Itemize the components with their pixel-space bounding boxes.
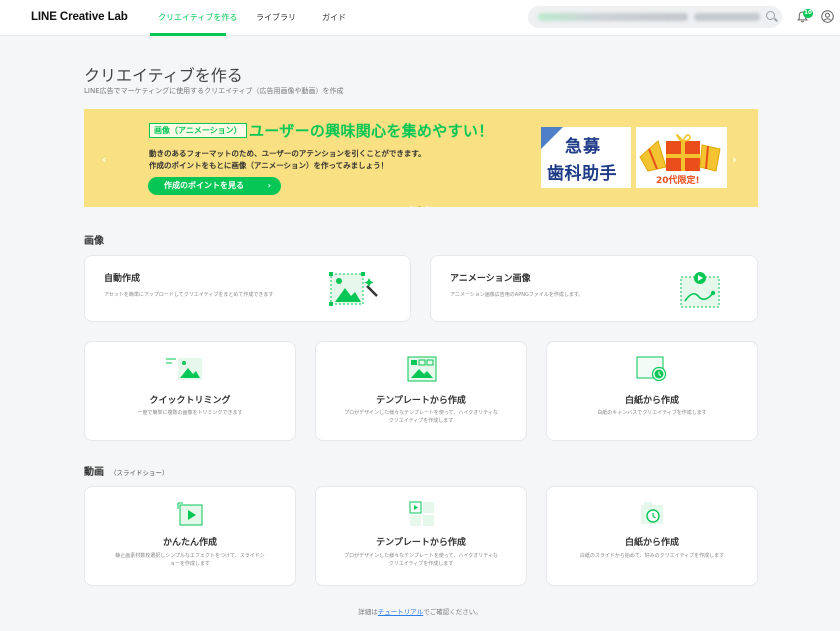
card-title: アニメーション画像 — [450, 274, 531, 284]
card-video-template[interactable]: テンプレートから作成 プロがデザインした様々なテンプレートを使って、ハイクオリテ… — [315, 486, 527, 586]
page-subtitle: LINE広告でマーケティングに使用するクリエイティブ（広告用画像や動画）を作成 — [84, 87, 344, 95]
banner-text-line1: 動きのあるフォーマットのため、ユーザーのアテンションを引くことができます。 — [149, 149, 426, 158]
banner-prev-arrow[interactable]: ‹ — [102, 153, 107, 166]
section-subtitle-video: （スライドショー） — [110, 469, 169, 477]
banner-cta-label: 作成のポイントを見る — [164, 181, 244, 190]
banner-dot[interactable] — [426, 206, 429, 207]
footer-note: 詳細はチュートリアルでご確認ください。 — [0, 606, 840, 616]
banner-tag: 画像（アニメーション） — [149, 123, 247, 138]
card-description: プロがデザインした様々なテンプレートを使って、ハイクオリティなクリエイティブを作… — [344, 410, 498, 424]
footer-suffix: でご確認ください。 — [423, 608, 482, 616]
card-title: クイックトリミング — [149, 396, 231, 406]
auto-create-icon — [329, 272, 378, 306]
account-search-box[interactable] — [528, 6, 782, 28]
card-title: かんたん作成 — [162, 538, 217, 548]
card-description: アニメーション画像広告用のAPNGファイルを作成します。 — [450, 292, 584, 298]
banner-text-line2: 作成のポイントをもとに画像（アニメーション）を作ってみましょう！ — [149, 161, 389, 170]
card-description: 白紙のスライドから始めて、好みのクリエイティブを作成します — [579, 553, 725, 559]
ad-corner-decoration — [541, 127, 563, 149]
card-description: 一度で簡単に複数の画像をトリミングできます — [137, 410, 243, 416]
card-image-template[interactable]: テンプレートから作成 プロがデザインした様々なテンプレートを使って、ハイクオリテ… — [315, 341, 527, 441]
card-description: 白紙のキャンバスでクリエイティブを作成します — [597, 410, 707, 416]
card-auto-create[interactable]: 自動作成 アセットを簡単にアップロードしてクリエイティブをまとめて作成できます — [84, 255, 411, 322]
sample-ad-recruit: 急募 歯科助手 — [541, 127, 631, 188]
blank-canvas-icon — [636, 356, 667, 382]
promo-banner[interactable]: ‹ › 画像（アニメーション） ユーザーの興味関心を集めやすい！ 動きのあるフォ… — [84, 109, 758, 207]
notification-badge: 10 — [803, 9, 813, 18]
blurred-account-text — [538, 13, 688, 21]
nav-tab-guide[interactable]: ガイド — [322, 12, 346, 23]
easy-video-icon — [177, 502, 203, 526]
nav-tab-create[interactable]: クリエイティブを作る — [158, 12, 237, 23]
card-image-blank[interactable]: 白紙から作成 白紙のキャンバスでクリエイティブを作成します — [546, 341, 758, 441]
nav-active-indicator — [150, 33, 226, 36]
card-video-blank[interactable]: 白紙から作成 白紙のスライドから始めて、好みのクリエイティブを作成します — [546, 486, 758, 586]
section-title-video: 動画 （スライドショー） — [84, 463, 169, 478]
animation-image-icon — [680, 272, 720, 308]
quick-trim-icon — [166, 358, 202, 380]
footer-prefix: 詳細は — [358, 608, 378, 616]
tutorial-link[interactable]: チュートリアル — [378, 608, 423, 616]
banner-dot[interactable] — [410, 206, 413, 207]
card-easy-video[interactable]: かんたん作成 静止画素材数枚選択しシンプルなエフェクトをつけて、スライドショーを… — [84, 486, 296, 586]
sample-ad-gift: 20代限定! — [636, 127, 727, 188]
blank-video-icon — [641, 502, 663, 524]
section-title-image: 画像 — [84, 236, 104, 247]
section-title-video-label: 動画 — [84, 467, 104, 478]
banner-pagination[interactable] — [410, 194, 434, 207]
card-description: プロがデザインした様々なテンプレートを使って、ハイクオリティなクリエイティブを作… — [344, 553, 498, 567]
chevron-right-icon: › — [267, 181, 271, 190]
ad1-line2: 歯科助手 — [547, 164, 617, 184]
banner-cta-button[interactable]: 作成のポイントを見る › — [148, 177, 281, 195]
blurred-account-text-2 — [694, 13, 760, 21]
user-icon[interactable] — [821, 10, 834, 23]
banner-dot-active[interactable] — [418, 206, 421, 207]
page-title: クリエイティブを作る — [84, 66, 243, 85]
logo[interactable]: LINE Creative Lab — [31, 11, 128, 23]
card-title: 白紙から作成 — [624, 538, 679, 548]
ad1-line1: 急募 — [565, 137, 601, 157]
top-header: LINE Creative Lab クリエイティブを作る ライブラリ ガイド 1… — [0, 0, 840, 36]
template-icon — [407, 356, 437, 382]
ad2-text: 20代限定! — [656, 176, 700, 186]
nav-tab-library[interactable]: ライブラリ — [256, 12, 296, 23]
search-icon[interactable] — [766, 11, 775, 20]
banner-headline: ユーザーの興味関心を集めやすい！ — [249, 122, 494, 140]
banner-next-arrow[interactable]: › — [732, 153, 737, 166]
card-animation-image[interactable]: アニメーション画像 アニメーション画像広告用のAPNGファイルを作成します。 — [430, 255, 758, 322]
card-description: アセットを簡単にアップロードしてクリエイティブをまとめて作成できます — [104, 292, 274, 298]
card-title: テンプレートから作成 — [376, 538, 466, 548]
card-title: テンプレートから作成 — [376, 396, 466, 406]
card-title: 自動作成 — [104, 274, 141, 284]
card-title: 白紙から作成 — [624, 396, 679, 406]
card-description: 静止画素材数枚選択しシンプルなエフェクトをつけて、スライドショーを作成します — [115, 553, 265, 567]
video-template-icon — [409, 501, 434, 526]
card-quick-trim[interactable]: クイックトリミング 一度で簡単に複数の画像をトリミングできます — [84, 341, 296, 441]
